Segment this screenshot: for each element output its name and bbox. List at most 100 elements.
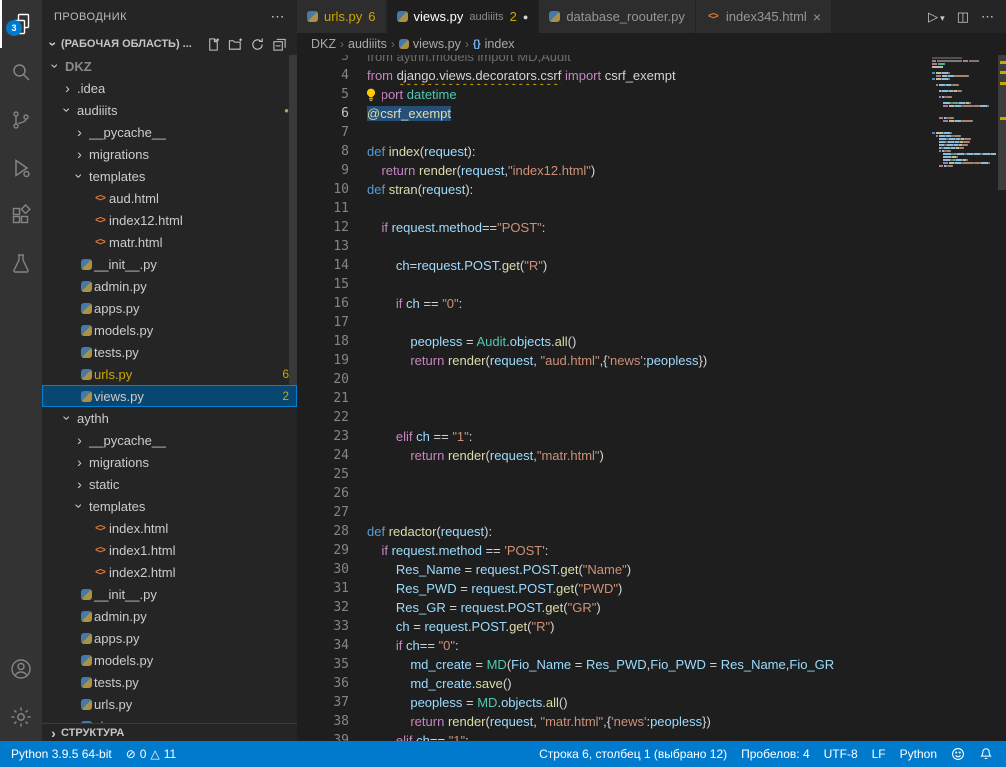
source-control-icon[interactable]: [0, 96, 42, 144]
code-line-27[interactable]: 27: [297, 503, 930, 522]
code-line-22[interactable]: 22: [297, 408, 930, 427]
code-line-10[interactable]: 10def stran(request):: [297, 180, 930, 199]
code-line-33[interactable]: 33 ch = request.POST.get("R"): [297, 617, 930, 636]
tab-database_roouter.py[interactable]: database_roouter.py: [539, 0, 696, 33]
code-line-34[interactable]: 34 if ch== "0":: [297, 636, 930, 655]
tree-file-tests.py[interactable]: tests.py: [42, 341, 297, 363]
tree-file-tests.py[interactable]: tests.py: [42, 671, 297, 693]
code-line-20[interactable]: 20: [297, 370, 930, 389]
code-line-3[interactable]: 3from aythh.models import MD,Audit: [297, 55, 930, 66]
scrollbar-thumb[interactable]: [998, 55, 1006, 190]
dirty-dot-icon[interactable]: ●: [523, 12, 528, 22]
code-line-9[interactable]: 9 return render(request,"index12.html"): [297, 161, 930, 180]
tree-folder-.idea[interactable]: ›.idea: [42, 77, 297, 99]
new-folder-icon[interactable]: [228, 37, 243, 52]
tree-file-apps.py[interactable]: apps.py: [42, 627, 297, 649]
code-line-39[interactable]: 39 elif ch== "1":: [297, 731, 930, 741]
language-mode-status[interactable]: Python: [893, 747, 944, 761]
problems-status[interactable]: ⊘0 △11: [119, 747, 183, 761]
tree-folder-migrations[interactable]: ›migrations: [42, 143, 297, 165]
workspace-section-header[interactable]: › (РАБОЧАЯ ОБЛАСТЬ) ...: [42, 33, 297, 55]
tree-file-urls.py[interactable]: urls.py: [42, 693, 297, 715]
code-line-35[interactable]: 35 md_create = MD(Fio_Name = Res_PWD,Fio…: [297, 655, 930, 674]
code-line-38[interactable]: 38 return render(request, "matr.html",{'…: [297, 712, 930, 731]
code-line-25[interactable]: 25: [297, 465, 930, 484]
close-icon[interactable]: ×: [813, 9, 821, 25]
code-line-5[interactable]: 5import datetime: [297, 85, 930, 104]
tree-folder-__pycache__[interactable]: ›__pycache__: [42, 429, 297, 451]
code-line-4[interactable]: 4from django.views.decorators.csrf impor…: [297, 66, 930, 85]
tree-file-index.html[interactable]: <>index.html: [42, 517, 297, 539]
encoding-status[interactable]: UTF-8: [817, 747, 865, 761]
tree-file-views.py[interactable]: views.py: [42, 715, 297, 723]
tree-file-index2.html[interactable]: <>index2.html: [42, 561, 297, 583]
tree-file-admin.py[interactable]: admin.py: [42, 275, 297, 297]
editor-scrollbar[interactable]: [998, 55, 1006, 741]
tab-views.py[interactable]: views.pyaudiiits2●: [387, 0, 540, 33]
search-icon[interactable]: [0, 48, 42, 96]
lightbulb-icon[interactable]: [365, 87, 382, 104]
code-line-36[interactable]: 36 md_create.save(): [297, 674, 930, 693]
code-line-11[interactable]: 11: [297, 199, 930, 218]
extensions-icon[interactable]: [0, 192, 42, 240]
eol-status[interactable]: LF: [865, 747, 893, 761]
code-line-8[interactable]: 8def index(request):: [297, 142, 930, 161]
tree-file-models.py[interactable]: models.py: [42, 649, 297, 671]
explorer-more-actions-icon[interactable]: ⋯: [271, 8, 286, 25]
code-line-13[interactable]: 13: [297, 237, 930, 256]
tree-folder-aythh[interactable]: ›aythh: [42, 407, 297, 429]
run-debug-icon[interactable]: [0, 144, 42, 192]
code-line-7[interactable]: 7: [297, 123, 930, 142]
breadcrumb-item-symbol[interactable]: index: [485, 37, 515, 51]
code-line-37[interactable]: 37 peopless = MD.objects.all(): [297, 693, 930, 712]
breadcrumb-item-folder[interactable]: audiiits: [348, 37, 387, 51]
tree-file-models.py[interactable]: models.py: [42, 319, 297, 341]
code-line-32[interactable]: 32 Res_GR = request.POST.get("GR"): [297, 598, 930, 617]
tree-file-index1.html[interactable]: <>index1.html: [42, 539, 297, 561]
indentation-status[interactable]: Пробелов: 4: [734, 747, 817, 761]
tree-file-index12.html[interactable]: <>index12.html: [42, 209, 297, 231]
code-line-28[interactable]: 28def redactor(request):: [297, 522, 930, 541]
cursor-position-status[interactable]: Строка 6, столбец 1 (выбрано 12): [532, 747, 734, 761]
tree-file-views.py[interactable]: views.py2: [42, 385, 297, 407]
tree-folder-__pycache__[interactable]: ›__pycache__: [42, 121, 297, 143]
code-line-26[interactable]: 26: [297, 484, 930, 503]
code-line-23[interactable]: 23 elif ch == "1":: [297, 427, 930, 446]
tree-file-admin.py[interactable]: admin.py: [42, 605, 297, 627]
tree-folder-DKZ[interactable]: ›DKZ: [42, 55, 297, 77]
sidebar-scrollbar[interactable]: [289, 55, 297, 385]
outline-section-header[interactable]: › СТРУКТУРА: [42, 723, 297, 741]
tree-file-__init__.py[interactable]: __init__.py: [42, 583, 297, 605]
tree-file-apps.py[interactable]: apps.py: [42, 297, 297, 319]
notifications-bell-icon[interactable]: [972, 747, 1000, 761]
tree-file-urls.py[interactable]: urls.py6: [42, 363, 297, 385]
tree-folder-static[interactable]: ›static: [42, 473, 297, 495]
code-line-24[interactable]: 24 return render(request,"matr.html"): [297, 446, 930, 465]
code-line-29[interactable]: 29 if request.method == 'POST':: [297, 541, 930, 560]
settings-gear-icon[interactable]: [0, 693, 42, 741]
python-interpreter-status[interactable]: Python 3.9.5 64-bit: [4, 747, 119, 761]
code-editor[interactable]: 3from aythh.models import MD,Audit4from …: [297, 55, 1006, 741]
code-line-30[interactable]: 30 Res_Name = request.POST.get("Name"): [297, 560, 930, 579]
code-line-31[interactable]: 31 Res_PWD = request.POST.get("PWD"): [297, 579, 930, 598]
breadcrumb-item-workspace[interactable]: DKZ: [311, 37, 336, 51]
code-line-6[interactable]: 6@csrf_exempt: [297, 104, 930, 123]
more-editor-actions-button[interactable]: ⋯: [981, 9, 994, 25]
split-editor-button[interactable]: ◫: [957, 9, 969, 25]
code-line-17[interactable]: 17: [297, 313, 930, 332]
code-line-15[interactable]: 15: [297, 275, 930, 294]
tab-index345.html[interactable]: <>index345.html×: [696, 0, 832, 33]
tree-file-matr.html[interactable]: <>matr.html: [42, 231, 297, 253]
code-line-16[interactable]: 16 if ch == "0":: [297, 294, 930, 313]
feedback-icon[interactable]: [944, 747, 972, 761]
collapse-all-icon[interactable]: [272, 37, 287, 52]
run-dropdown-icon[interactable]: ▾: [940, 13, 945, 23]
new-file-icon[interactable]: [206, 37, 221, 52]
tree-folder-templates[interactable]: ›templates: [42, 165, 297, 187]
tree-folder-audiiits[interactable]: ›audiiits●: [42, 99, 297, 121]
tree-file-aud.html[interactable]: <>aud.html: [42, 187, 297, 209]
code-line-21[interactable]: 21: [297, 389, 930, 408]
explorer-icon[interactable]: 3: [0, 0, 42, 48]
tree-folder-migrations[interactable]: ›migrations: [42, 451, 297, 473]
tree-file-__init__.py[interactable]: __init__.py: [42, 253, 297, 275]
